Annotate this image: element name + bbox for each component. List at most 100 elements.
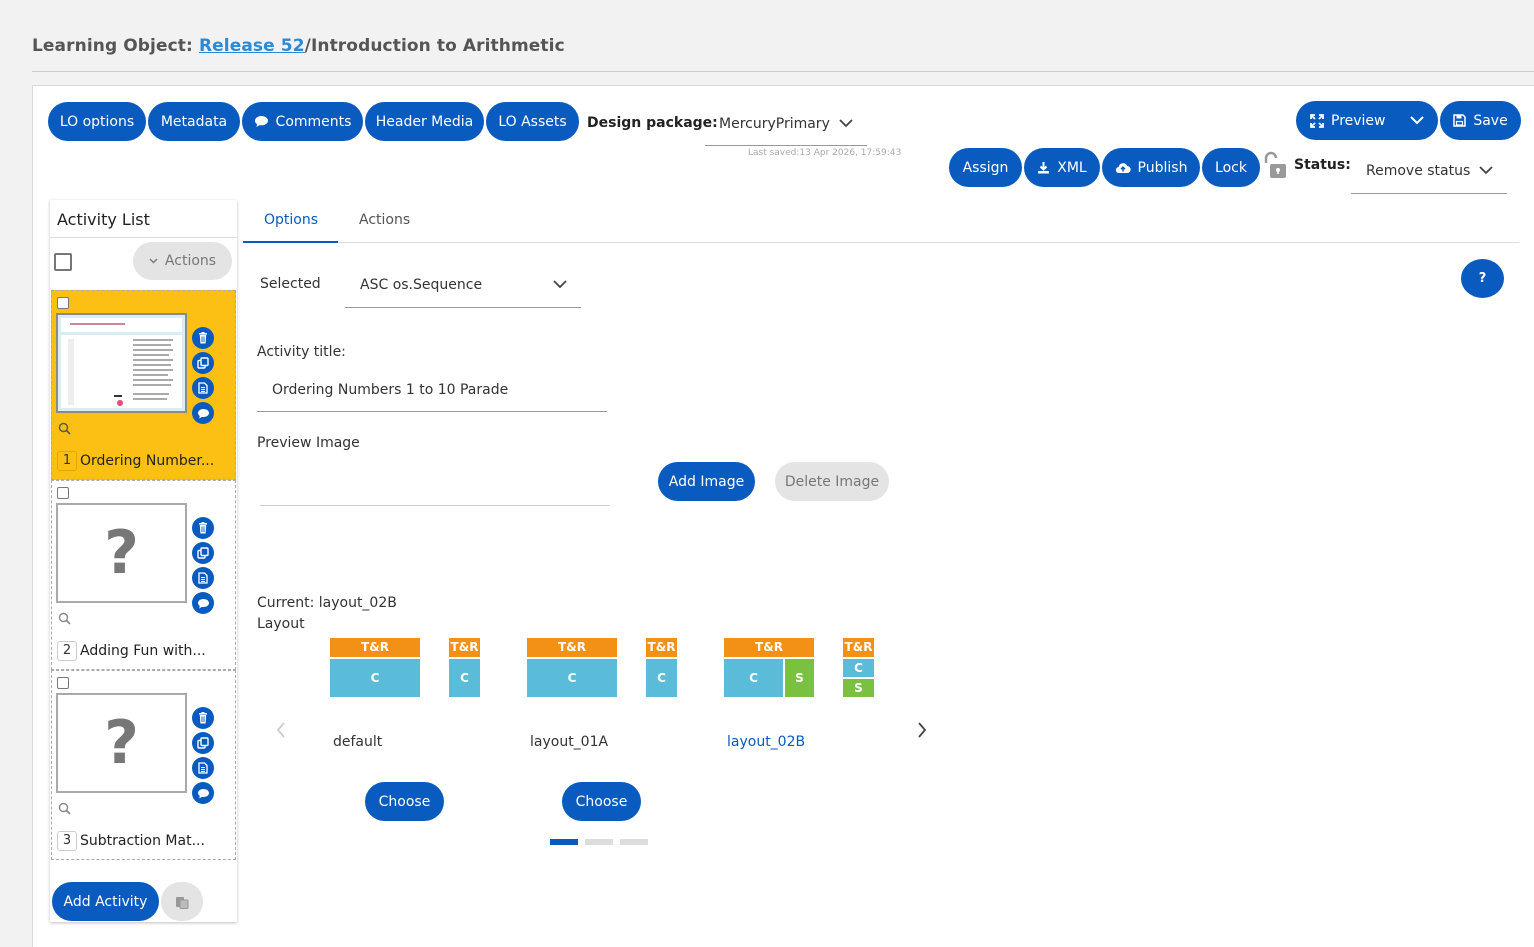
- activity-checkbox[interactable]: [57, 677, 69, 689]
- add-image-button[interactable]: Add Image: [658, 462, 755, 501]
- lock-button[interactable]: Lock: [1202, 148, 1260, 187]
- layout-label: Layout: [257, 616, 305, 632]
- status-label: Status:: [1294, 157, 1351, 173]
- carousel-dot[interactable]: [585, 839, 613, 845]
- title-path: /Introduction to Arithmetic: [304, 36, 565, 56]
- layout-name: layout_01A: [530, 734, 609, 750]
- question-mark-icon: ?: [104, 518, 139, 588]
- release-link[interactable]: Release 52: [199, 36, 305, 56]
- activity-checkbox[interactable]: [57, 487, 69, 499]
- layout-name-current: layout_02B: [727, 734, 806, 750]
- chevron-down-icon: [839, 119, 853, 128]
- layout-block-c: C: [330, 659, 420, 697]
- activity-list-divider: [50, 237, 237, 238]
- current-layout-text: Current: layout_02B: [257, 595, 397, 611]
- design-package-select[interactable]: MercuryPrimary: [705, 103, 867, 146]
- tab-options[interactable]: Options: [264, 212, 318, 228]
- magnify-icon[interactable]: [58, 802, 71, 815]
- activity-number: 3: [57, 831, 77, 851]
- copy-icon[interactable]: [192, 542, 214, 564]
- question-mark-icon: ?: [104, 708, 139, 778]
- comment-icon[interactable]: [192, 782, 214, 804]
- xml-button[interactable]: XML: [1024, 148, 1100, 187]
- help-label: ?: [1478, 271, 1487, 286]
- chevron-right-icon[interactable]: [916, 722, 928, 738]
- layout-block-tr: T&R: [527, 638, 617, 657]
- header-media-button[interactable]: Header Media: [365, 102, 484, 141]
- layout-block-s: S: [843, 679, 874, 697]
- floppy-disk-icon: [1453, 114, 1467, 127]
- layout-block-c: C: [646, 659, 677, 697]
- delete-image-button[interactable]: Delete Image: [775, 462, 889, 501]
- status-value: Remove status: [1366, 163, 1471, 179]
- publish-button[interactable]: Publish: [1102, 148, 1200, 187]
- title-prefix: Learning Object:: [32, 36, 193, 56]
- comments-button[interactable]: Comments: [242, 102, 363, 141]
- status-select[interactable]: Remove status: [1351, 149, 1507, 194]
- active-tab-indicator: [243, 241, 338, 243]
- chevron-down-icon: [1479, 166, 1493, 175]
- select-all-checkbox[interactable]: [54, 253, 72, 271]
- actions-dropdown-button[interactable]: Actions: [133, 242, 232, 280]
- layout-block-c: C: [527, 659, 617, 697]
- chevron-down-icon: [1410, 116, 1424, 125]
- title-divider: [32, 71, 1534, 72]
- layout-block-tr: T&R: [330, 638, 420, 657]
- layout-block-tr: T&R: [646, 638, 677, 657]
- tab-actions[interactable]: Actions: [359, 212, 410, 228]
- comments-label: Comments: [275, 113, 352, 130]
- editor-panel: [32, 85, 1534, 947]
- add-activity-button[interactable]: Add Activity: [52, 882, 159, 921]
- save-button[interactable]: Save: [1440, 101, 1521, 140]
- activity-title-input[interactable]: Ordering Numbers 1 to 10 Parade: [257, 368, 607, 412]
- activity-title-label: Activity title:: [257, 344, 346, 360]
- document-icon[interactable]: [192, 757, 214, 779]
- paste-icon: [176, 896, 189, 909]
- chevron-left-icon[interactable]: [275, 722, 287, 738]
- layout-block-c: C: [449, 659, 480, 697]
- lo-options-button[interactable]: LO options: [48, 102, 146, 141]
- activity-card-title: Subtraction Mat...: [80, 833, 205, 849]
- trash-icon[interactable]: [192, 707, 214, 729]
- document-icon[interactable]: [192, 377, 214, 399]
- assign-button[interactable]: Assign: [949, 148, 1022, 187]
- layout-block-c: C: [724, 659, 783, 697]
- copy-icon[interactable]: [192, 732, 214, 754]
- layout-block-tr: T&R: [843, 638, 874, 657]
- magnify-icon[interactable]: [58, 422, 71, 435]
- help-button[interactable]: ?: [1461, 259, 1504, 298]
- choose-layout-button[interactable]: Choose: [365, 782, 444, 821]
- publish-label: Publish: [1137, 159, 1188, 176]
- trash-icon[interactable]: [192, 327, 214, 349]
- activity-checkbox[interactable]: [57, 297, 69, 309]
- document-icon[interactable]: [192, 567, 214, 589]
- preview-dropdown-toggle[interactable]: [1398, 101, 1436, 140]
- actions-label: Actions: [164, 253, 217, 269]
- activity-card[interactable]: 1 Ordering Number...: [51, 290, 236, 480]
- chevron-down-icon: [553, 280, 567, 289]
- choose-layout-button[interactable]: Choose: [562, 782, 641, 821]
- copy-icon[interactable]: [192, 352, 214, 374]
- lo-assets-button[interactable]: LO Assets: [486, 102, 579, 141]
- magnify-icon[interactable]: [58, 612, 71, 625]
- activity-type-select[interactable]: ASC os.Sequence: [345, 263, 581, 308]
- carousel-dot[interactable]: [550, 839, 578, 845]
- tabs-divider: [243, 242, 1519, 243]
- activity-title-value: Ordering Numbers 1 to 10 Parade: [272, 381, 509, 398]
- activity-list-title: Activity List: [57, 210, 150, 229]
- activity-card-title: Adding Fun with...: [80, 643, 206, 659]
- comment-icon: [254, 116, 268, 127]
- metadata-button[interactable]: Metadata: [148, 102, 240, 141]
- download-icon: [1038, 162, 1050, 174]
- activity-card-title: Ordering Number...: [80, 453, 215, 469]
- preview-image-field[interactable]: [260, 458, 610, 506]
- comment-icon[interactable]: [192, 402, 214, 424]
- trash-icon[interactable]: [192, 517, 214, 539]
- activity-card[interactable]: ? 2 Adding Fun with...: [51, 480, 236, 670]
- activity-number: 2: [57, 641, 77, 661]
- carousel-dot[interactable]: [620, 839, 648, 845]
- comment-icon[interactable]: [192, 592, 214, 614]
- layout-block-c: C: [843, 659, 874, 677]
- activity-card[interactable]: ? 3 Subtraction Mat...: [51, 670, 236, 860]
- paste-activity-button[interactable]: [161, 882, 203, 921]
